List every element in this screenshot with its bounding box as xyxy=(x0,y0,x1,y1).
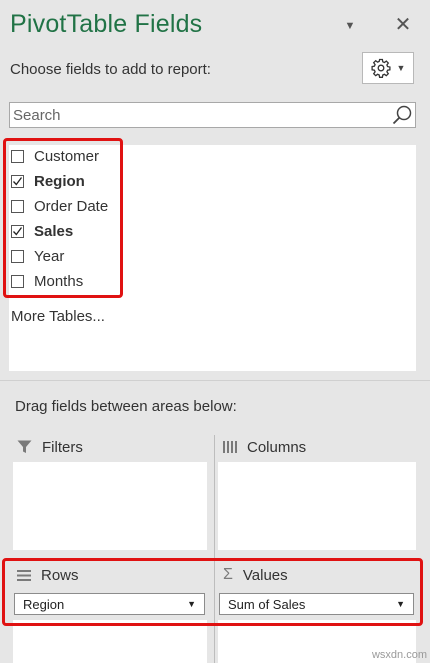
watermark: wsxdn.com xyxy=(371,649,427,661)
field-item-sales[interactable]: Sales xyxy=(11,220,73,242)
chevron-down-icon[interactable]: ▼ xyxy=(187,599,196,609)
field-item-customer[interactable]: Customer xyxy=(11,145,99,167)
field-label: Order Date xyxy=(34,197,109,215)
rows-field-label: Region xyxy=(23,596,65,612)
field-label: Months xyxy=(34,272,84,290)
columns-icon xyxy=(223,441,237,453)
field-item-months[interactable]: Months xyxy=(11,270,83,292)
field-item-region[interactable]: Region xyxy=(11,170,85,192)
rows-icon xyxy=(17,569,31,581)
rows-field-region[interactable]: Region ▼ xyxy=(14,593,205,615)
checkbox[interactable] xyxy=(11,224,24,238)
checkbox[interactable] xyxy=(11,274,24,288)
chevron-down-icon: ▼ xyxy=(396,63,406,73)
drag-fields-label: Drag fields between areas below: xyxy=(15,398,237,415)
filters-label: Filters xyxy=(42,438,83,456)
field-label: Sales xyxy=(34,222,74,240)
panel-title: PivotTable Fields xyxy=(10,10,203,38)
area-divider xyxy=(214,435,215,663)
task-pane-options-icon[interactable]: ▼ xyxy=(340,16,360,36)
checkbox[interactable] xyxy=(11,199,24,213)
search-field[interactable] xyxy=(9,102,416,128)
chevron-down-icon[interactable]: ▼ xyxy=(396,599,405,609)
columns-label: Columns xyxy=(247,438,307,456)
field-label: Region xyxy=(34,172,85,190)
filters-area-header: Filters xyxy=(17,437,83,457)
rows-area-header: Rows xyxy=(17,565,79,585)
columns-area-header: Columns xyxy=(223,437,306,457)
checkmark-icon xyxy=(13,226,23,236)
divider xyxy=(0,380,430,381)
gear-icon xyxy=(370,58,391,78)
field-label: Customer xyxy=(34,147,100,165)
filters-area[interactable] xyxy=(13,462,207,550)
rows-label: Rows xyxy=(41,566,79,584)
filter-icon xyxy=(17,440,32,454)
checkbox[interactable] xyxy=(11,149,24,163)
rows-area[interactable] xyxy=(13,620,207,663)
tools-button[interactable]: ▼ xyxy=(362,52,414,84)
search-input[interactable] xyxy=(10,103,383,127)
more-tables-link[interactable]: More Tables... xyxy=(11,308,105,325)
checkbox[interactable] xyxy=(11,249,24,263)
sigma-icon: Σ xyxy=(223,566,233,583)
columns-area[interactable] xyxy=(218,462,416,550)
values-field-sum-of-sales[interactable]: Sum of Sales ▼ xyxy=(219,593,414,615)
close-icon[interactable]: ✕ xyxy=(392,13,414,36)
field-item-year[interactable]: Year xyxy=(11,245,64,267)
field-item-order-date[interactable]: Order Date xyxy=(11,195,108,217)
choose-fields-label: Choose fields to add to report: xyxy=(10,61,211,78)
checkbox[interactable] xyxy=(11,174,24,188)
field-label: Year xyxy=(34,247,65,265)
values-area-header: Σ Values xyxy=(223,565,288,585)
checkmark-icon xyxy=(13,176,23,186)
values-field-label: Sum of Sales xyxy=(228,596,306,612)
search-icon[interactable] xyxy=(391,104,413,126)
values-label: Values xyxy=(242,566,288,584)
